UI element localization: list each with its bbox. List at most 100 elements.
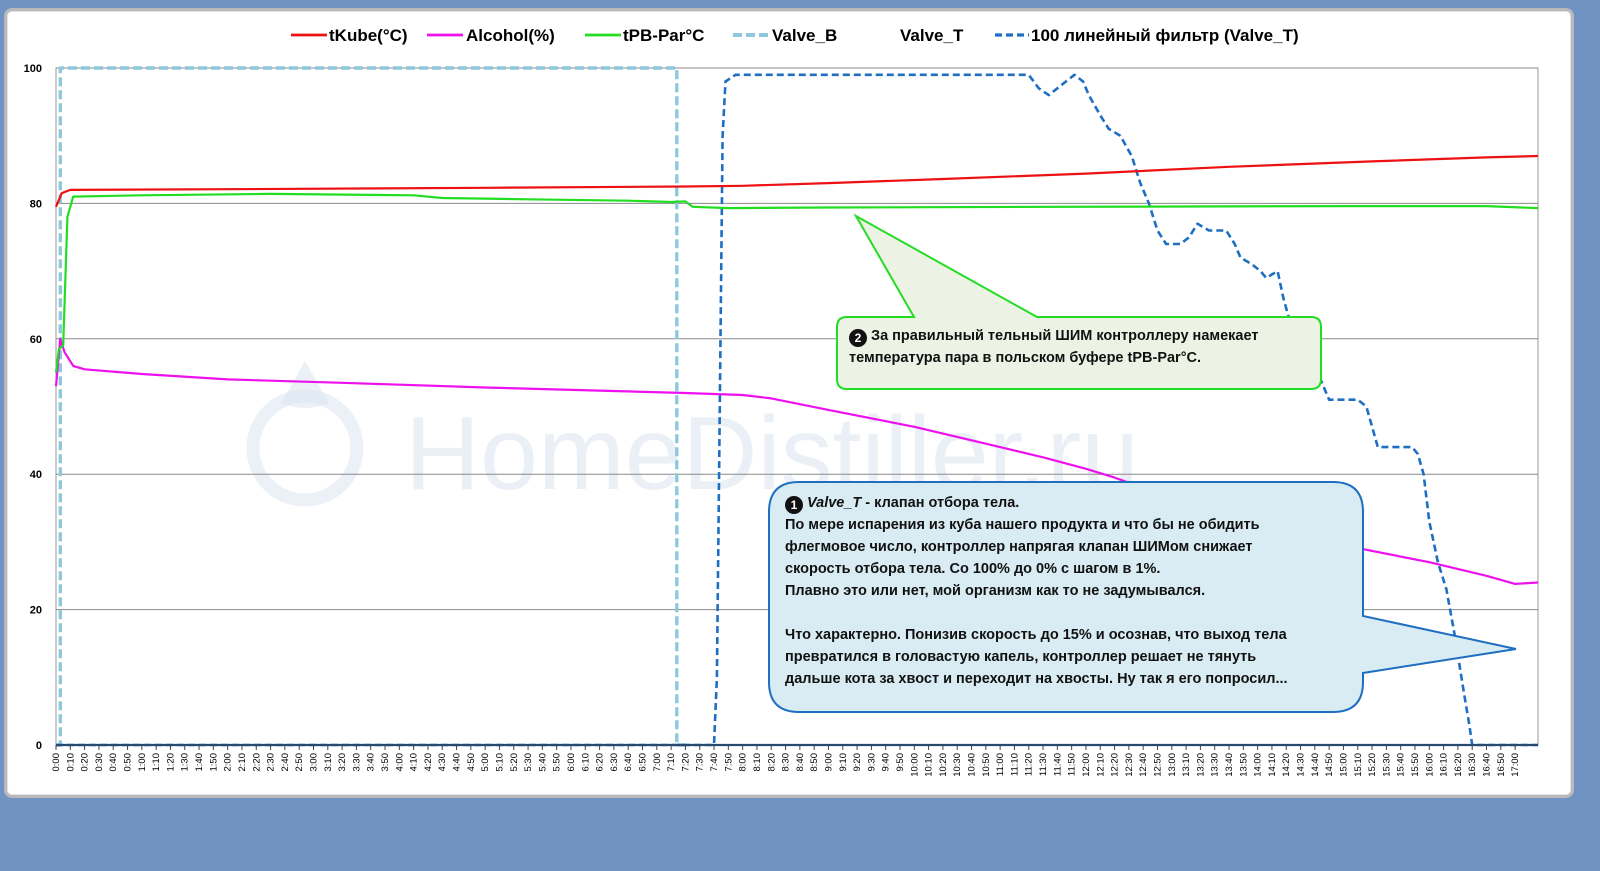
x-tick-label: 13:10 [1181,753,1192,777]
callout-1-text3: флегмовое число, контроллер напрягая кла… [785,539,1253,555]
x-tick-label: 11:30 [1038,753,1049,776]
x-tick-label: 8:40 [795,753,806,772]
x-tick-label: 16:40 [1482,753,1493,777]
x-tick-label: 11:00 [995,753,1006,776]
x-tick-label: 7:10 [666,753,677,772]
x-tick-label: 16:30 [1467,753,1478,777]
x-axis: 0:00 0:10 0:20 0:30 0:40 0:50 1:00 1:10 1:20 1:30… [51,744,1538,777]
x-tick-label: 9:50 [895,753,906,772]
x-tick-label: 17:00 [1510,753,1521,777]
x-tick-label: 3:30 [351,753,362,772]
x-tick-label: 12:40 [1138,753,1149,777]
x-tick-label: 0:00 [51,753,62,772]
x-tick-label: 6:20 [595,753,606,772]
x-tick-label: 6:30 [609,753,620,772]
legend-item-2: tPB-Par°C [585,26,704,45]
y-tick-label: 80 [30,198,42,210]
x-tick-label: 7:20 [680,753,691,772]
x-tick-label: 14:50 [1324,753,1335,777]
callout-1-line1: 1 Valve_T - клапан отбора тела. [785,492,1353,514]
legend: tKube(°C) Alcohol(%) tPB-Par°C Valve_B Valve… [291,26,1299,45]
x-tick-label: 10:20 [938,753,949,777]
callout-1-text2: По мере испарения из куба нашего продукт… [785,517,1260,533]
x-tick-label: 13:30 [1210,753,1221,777]
x-tick-label: 13:20 [1195,753,1206,777]
series-line-0 [54,154,1539,208]
x-tick-label: 14:30 [1296,753,1307,777]
x-tick-label: 14:40 [1310,753,1321,777]
x-tick-label: 8:00 [738,753,749,772]
legend-label: 100 линейный фильтр (Valve_T) [1031,26,1299,45]
x-tick-label: 12:00 [1081,753,1092,777]
x-tick-label: 3:50 [380,753,391,772]
x-tick-label: 9:40 [881,753,892,772]
callout-1-text1: - клапан отбора тела. [861,495,1020,511]
x-tick-label: 6:10 [580,753,591,772]
x-tick-label: 4:40 [452,753,463,772]
y-tick-label: 40 [30,469,42,481]
x-tick-label: 13:00 [1167,753,1178,777]
x-tick-label: 9:30 [866,753,877,772]
callout-2-text2: температура пара в польском буфере tPB-P… [849,350,1202,366]
x-tick-label: 4:00 [394,753,405,772]
callout-1: 1 Valve_T - клапан отбора тела. По мере и… [769,482,1363,712]
x-tick-label: 1:40 [194,753,205,772]
x-tick-label: 14:00 [1253,753,1264,777]
y-tick-label: 60 [30,334,42,346]
x-tick-label: 12:10 [1095,753,1106,777]
x-tick-label: 4:10 [409,753,420,772]
legend-label: Valve_T [900,26,964,45]
x-tick-label: 5:30 [523,753,534,772]
x-tick-label: 10:10 [924,753,935,777]
x-tick-label: 7:50 [723,753,734,772]
x-tick-label: 11:40 [1052,753,1063,776]
x-tick-label: 7:00 [652,753,663,772]
x-tick-label: 11:20 [1024,753,1035,776]
x-tick-label: 4:50 [466,753,477,772]
x-tick-label: 2:10 [237,753,248,772]
x-tick-label: 15:00 [1338,753,1349,777]
callout-2: 2 За правильный тельный ШИМ контроллеру н… [837,317,1321,389]
x-tick-label: 12:30 [1124,753,1135,777]
x-tick-label: 8:50 [809,753,820,772]
x-tick-label: 2:50 [294,753,305,772]
x-tick-label: 14:20 [1281,753,1292,777]
x-tick-label: 16:50 [1496,753,1507,777]
callout-1-text5: Плавно это или нет, мой организм как то … [785,583,1206,599]
x-tick-label: 16:20 [1453,753,1464,777]
x-tick-label: 9:20 [852,753,863,772]
legend-item-0: tKube(°C) [291,26,408,45]
callout-1-badge: 1 [785,496,803,514]
x-tick-label: 15:50 [1410,753,1421,777]
x-tick-label: 5:40 [537,753,548,772]
x-tick-label: 10:40 [967,753,978,777]
x-tick-label: 15:30 [1381,753,1392,777]
legend-item-3: Valve_B [733,26,837,45]
x-tick-label: 1:10 [151,753,162,772]
x-tick-label: 7:30 [695,753,706,772]
watermark-drop-ring [246,389,364,507]
x-tick-label: 10:00 [909,753,920,777]
x-tick-label: 2:20 [251,753,262,772]
x-tick-label: 15:20 [1367,753,1378,777]
x-tick-label: 10:50 [981,753,992,777]
x-tick-label: 1:50 [208,753,219,772]
callout-1-text7: превратился в головастую капель, контрол… [785,649,1257,665]
legend-item-4: Valve_T [900,26,964,45]
x-tick-label: 15:40 [1396,753,1407,777]
legend-item-1: Alcohol(%) [427,26,555,45]
x-tick-label: 1:30 [180,753,191,772]
y-axis: 0 20 40 60 80 100 [24,63,42,752]
x-tick-label: 3:20 [337,753,348,772]
x-tick-label: 8:30 [781,753,792,772]
x-tick-label: 0:40 [108,753,119,772]
x-tick-label: 5:10 [494,753,505,772]
x-tick-label: 8:10 [752,753,763,772]
x-tick-label: 5:20 [509,753,520,772]
y-tick-label: 0 [36,740,42,752]
legend-label: Valve_B [772,26,837,45]
x-tick-label: 1:00 [137,753,148,772]
legend-label: Alcohol(%) [466,26,555,45]
y-tick-label: 100 [24,63,42,75]
callout-1-valve-name: Valve_T [807,495,862,511]
